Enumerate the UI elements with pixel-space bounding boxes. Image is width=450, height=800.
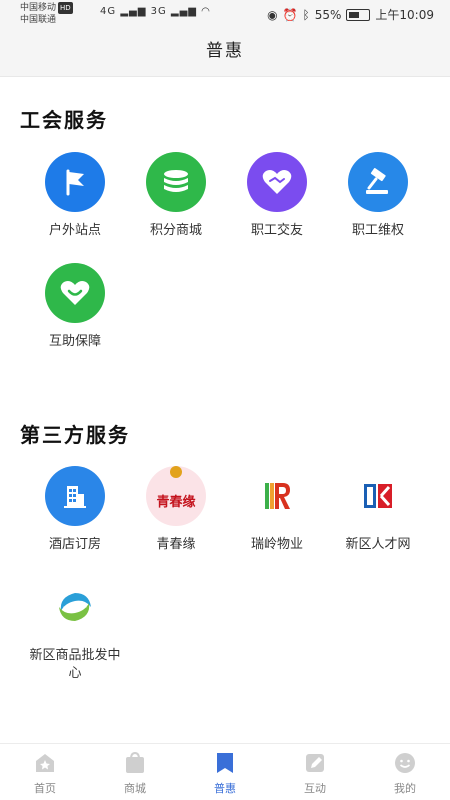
- tab-label: 互动: [304, 782, 326, 795]
- tab-puhui[interactable]: 普惠: [180, 744, 270, 800]
- service-hotel-booking[interactable]: 酒店订房: [25, 466, 125, 554]
- tab-label: 我的: [394, 782, 416, 795]
- wifi-icon: ◠: [201, 6, 211, 17]
- qingchunyuan-logo-text: 青春缘: [156, 494, 196, 510]
- service-talent-network[interactable]: 新区人才网: [328, 466, 428, 554]
- battery-icon: [346, 8, 371, 21]
- bottom-tab-bar: 首页 商城 普惠 互动 我的: [0, 743, 450, 800]
- smile-heart-icon: [45, 263, 105, 323]
- status-bar: 中国移动 HD 中国联通 4G ▂▄▆ 3G ▂▄▆ ◠ ◉ ⏰ ᛒ 55% 上午…: [0, 0, 450, 28]
- network-4g: 4G: [100, 6, 117, 17]
- heart-handshake-icon: [247, 152, 307, 212]
- service-label: 青春缘: [156, 537, 196, 552]
- tab-label: 普惠: [214, 782, 236, 795]
- building-icon: [45, 466, 105, 526]
- hd-badge: HD: [58, 2, 73, 14]
- carrier-info: 中国移动 HD 中国联通: [20, 2, 73, 26]
- service-label: 新区商品批发中心: [29, 648, 121, 681]
- bluetooth-icon: ᛒ: [302, 7, 310, 22]
- gavel-icon: [348, 152, 408, 212]
- talent-logo: [348, 466, 408, 526]
- service-label: 酒店订房: [48, 537, 101, 552]
- page-title: 普惠: [206, 41, 244, 61]
- status-right: ◉ ⏰ ᛒ 55% 上午10:09: [267, 6, 434, 23]
- eye-icon: ◉: [267, 7, 278, 22]
- signal-indicators: 4G ▂▄▆ 3G ▂▄▆ ◠: [100, 6, 211, 17]
- bookmark-icon: [217, 753, 233, 773]
- tab-label: 首页: [34, 782, 56, 795]
- section-title-union-services: 工会服务: [20, 108, 108, 132]
- service-ruiling-property[interactable]: 瑞岭物业: [227, 466, 327, 554]
- profile-face-icon: [395, 753, 415, 773]
- section-title-third-party: 第三方服务: [20, 423, 130, 447]
- service-points-mall[interactable]: 积分商城: [126, 152, 226, 240]
- tab-interact[interactable]: 互动: [270, 744, 360, 800]
- tab-mine[interactable]: 我的: [360, 744, 450, 800]
- wholesale-logo: [45, 577, 105, 637]
- service-mutual-aid[interactable]: 互助保障: [25, 263, 125, 351]
- carrier-2: 中国联通: [20, 15, 57, 25]
- shop-bag-icon: [126, 751, 144, 773]
- home-icon: [36, 754, 54, 772]
- pencil-icon: [306, 754, 324, 772]
- battery-percent: 55%: [314, 7, 342, 22]
- service-staff-friends[interactable]: 职工交友: [227, 152, 327, 240]
- network-3g: 3G: [150, 6, 167, 17]
- tab-label: 商城: [124, 782, 146, 795]
- service-label: 户外站点: [48, 223, 101, 238]
- signal-bars-icon: ▂▄▆: [120, 6, 147, 17]
- service-qingchunyuan[interactable]: 青春缘 青春缘: [126, 466, 226, 554]
- clock: 上午10:09: [375, 8, 434, 22]
- alarm-icon: ⏰: [282, 7, 298, 22]
- signal-bars-icon-2: ▂▄▆: [170, 6, 197, 17]
- emblem-icon: [170, 466, 182, 478]
- service-label: 互助保障: [48, 334, 101, 349]
- service-label: 积分商城: [149, 223, 202, 238]
- service-label: 职工交友: [250, 223, 303, 238]
- carrier-1: 中国移动: [20, 3, 57, 13]
- service-label: 瑞岭物业: [250, 537, 303, 552]
- qingchunyuan-logo: 青春缘: [146, 466, 206, 526]
- tab-home[interactable]: 首页: [0, 744, 90, 800]
- tab-shop[interactable]: 商城: [90, 744, 180, 800]
- service-staff-rights[interactable]: 职工维权: [328, 152, 428, 240]
- service-label: 新区人才网: [345, 537, 411, 552]
- flag-icon: [45, 152, 105, 212]
- top-bar: 普惠: [0, 28, 450, 77]
- service-outdoor-station[interactable]: 户外站点: [25, 152, 125, 240]
- ruiling-logo: [247, 466, 307, 526]
- service-label: 职工维权: [351, 223, 404, 238]
- service-wholesale-center[interactable]: 新区商品批发中心: [25, 577, 125, 683]
- coins-icon: [146, 152, 206, 212]
